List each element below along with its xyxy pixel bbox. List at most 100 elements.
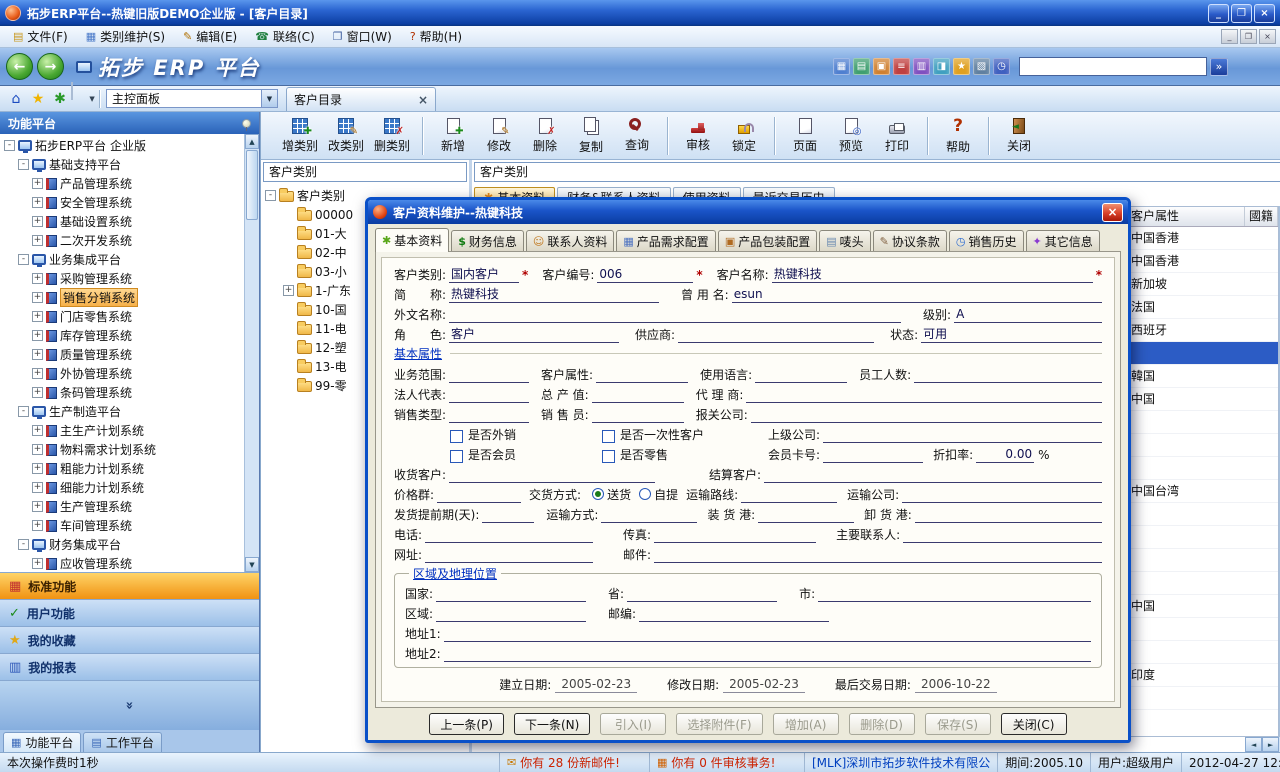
field-value[interactable]: 可用 bbox=[921, 327, 1102, 343]
sidebar-button-my-reports[interactable]: ▥我的报表 bbox=[0, 653, 259, 680]
dialog-tab-product-packing[interactable]: ▣产品包装配置 bbox=[718, 230, 817, 251]
tree-item[interactable]: +二次开发系统 bbox=[2, 231, 244, 250]
modules-icon[interactable]: ▦ bbox=[833, 58, 850, 75]
field-value[interactable] bbox=[436, 606, 586, 622]
field-value[interactable] bbox=[425, 527, 593, 543]
toolbar-lock-button[interactable]: 锁定 bbox=[721, 114, 767, 158]
dialog-tab-finance[interactable]: $财务信息 bbox=[451, 230, 524, 251]
field-value[interactable] bbox=[902, 487, 1102, 503]
field-value[interactable] bbox=[596, 367, 688, 383]
datasheet-icon[interactable]: ▤ bbox=[853, 58, 870, 75]
mdi-close-button[interactable]: × bbox=[1259, 29, 1276, 44]
home-button[interactable]: ⌂ bbox=[5, 88, 27, 110]
expander-icon[interactable]: + bbox=[32, 197, 43, 208]
tree-item[interactable]: +质量管理系统 bbox=[2, 345, 244, 364]
field-value[interactable] bbox=[425, 547, 593, 563]
field-value[interactable] bbox=[449, 307, 901, 323]
tree-item[interactable]: +细能力计划系统 bbox=[2, 478, 244, 497]
toolbar-delete-record-button[interactable]: ✗删除 bbox=[522, 114, 568, 158]
gallery-icon[interactable]: ▣ bbox=[873, 58, 890, 75]
field-value[interactable] bbox=[654, 527, 816, 543]
radio-option[interactable]: 送货 bbox=[584, 486, 631, 503]
checkbox-field[interactable]: 是否会员 bbox=[450, 448, 516, 463]
menu-item-file[interactable]: ▤文件(F) bbox=[4, 26, 77, 47]
sidebar-tab-function-platform[interactable]: ▦功能平台 bbox=[3, 732, 81, 752]
menu-item-edit[interactable]: ✎编辑(E) bbox=[174, 26, 246, 47]
expander-icon[interactable]: + bbox=[32, 520, 43, 531]
sidebar-button-my-favorites[interactable]: ★我的收藏 bbox=[0, 626, 259, 653]
field-value[interactable]: 热键科技 bbox=[772, 267, 1093, 283]
tree-item[interactable]: +物料需求计划系统 bbox=[2, 440, 244, 459]
expander-icon[interactable]: + bbox=[32, 368, 43, 379]
back-button[interactable]: ← bbox=[6, 53, 33, 80]
expander-icon[interactable]: - bbox=[265, 190, 276, 201]
field-value[interactable] bbox=[592, 387, 684, 403]
expander-icon[interactable]: + bbox=[32, 425, 43, 436]
expander-icon[interactable]: + bbox=[32, 330, 43, 341]
sidebar-button-standard-functions[interactable]: ▦标准功能 bbox=[0, 572, 259, 599]
dialog-tab-other-info[interactable]: ✦其它信息 bbox=[1026, 230, 1100, 251]
expander-icon[interactable]: - bbox=[18, 159, 29, 170]
menu-item-contact[interactable]: ☎联络(C) bbox=[246, 26, 323, 47]
field-value[interactable] bbox=[764, 467, 1102, 483]
toolbar-preview-button[interactable]: ◎预览 bbox=[828, 114, 874, 158]
dialog-tab-basic-info[interactable]: ✱基本资料 bbox=[375, 228, 449, 252]
field-value[interactable] bbox=[449, 367, 529, 383]
dialog-tab-contacts[interactable]: ☺联系人资料 bbox=[526, 230, 614, 251]
radio-option[interactable]: 自提 bbox=[631, 486, 678, 503]
tree-item[interactable]: +应收管理系统 bbox=[2, 554, 244, 572]
field-value[interactable] bbox=[601, 507, 697, 523]
toolbar-query-button[interactable]: 查询 bbox=[614, 114, 660, 158]
expander-icon[interactable]: + bbox=[32, 235, 43, 246]
field-value[interactable] bbox=[482, 507, 534, 523]
chart-icon[interactable]: ▥ bbox=[913, 58, 930, 75]
expander-icon[interactable]: + bbox=[32, 387, 43, 398]
sidebar-button-user-functions[interactable]: ✓用户功能 bbox=[0, 599, 259, 626]
toolbar-add-category-button[interactable]: ✚增类别 bbox=[277, 114, 323, 158]
tree-item[interactable]: -生产制造平台 bbox=[2, 402, 244, 421]
expander-icon[interactable]: - bbox=[18, 539, 29, 550]
report-icon[interactable]: ▧ bbox=[973, 58, 990, 75]
mdi-minimize-button[interactable]: _ bbox=[1221, 29, 1238, 44]
field-value[interactable] bbox=[444, 626, 1091, 642]
tree-item[interactable]: +采购管理系统 bbox=[2, 269, 244, 288]
checkbox-field[interactable]: 是否零售 bbox=[602, 448, 668, 463]
expander-icon[interactable]: + bbox=[32, 444, 43, 455]
expander-icon[interactable]: + bbox=[32, 349, 43, 360]
field-value[interactable] bbox=[915, 507, 1102, 523]
expander-icon[interactable]: - bbox=[4, 140, 15, 151]
toolbar-close-window-button[interactable]: 关闭 bbox=[996, 114, 1042, 158]
field-value[interactable] bbox=[823, 447, 923, 463]
menu-item-help[interactable]: ?帮助(H) bbox=[401, 26, 471, 47]
tree-item[interactable]: -基础支持平台 bbox=[2, 155, 244, 174]
field-value[interactable] bbox=[444, 646, 1091, 662]
tree-item[interactable]: +安全管理系统 bbox=[2, 193, 244, 212]
checkbox-field[interactable]: 是否外销 bbox=[450, 428, 516, 443]
tree-item[interactable]: +粗能力计划系统 bbox=[2, 459, 244, 478]
field-value[interactable]: A bbox=[954, 307, 1102, 323]
toolbar-help-button[interactable]: ?帮助 bbox=[935, 114, 981, 158]
field-value[interactable]: 热键科技 bbox=[449, 287, 659, 303]
field-value[interactable] bbox=[914, 367, 1102, 383]
expander-icon[interactable]: - bbox=[18, 406, 29, 417]
sidebar-scrollbar[interactable]: ▲▼ bbox=[244, 134, 259, 572]
expander-icon[interactable]: + bbox=[32, 178, 43, 189]
mdi-restore-button[interactable]: ❐ bbox=[1240, 29, 1257, 44]
field-value[interactable]: 国内客户 bbox=[449, 267, 519, 283]
forward-button[interactable]: → bbox=[37, 53, 64, 80]
scroll-thumb[interactable] bbox=[246, 150, 258, 220]
scroll-up-button[interactable]: ▲ bbox=[245, 134, 259, 149]
field-value[interactable] bbox=[449, 387, 529, 403]
toolbar-new-record-button[interactable]: ✚新增 bbox=[430, 114, 476, 158]
checkbox-field[interactable]: 是否一次性客户 bbox=[602, 428, 704, 443]
dialog-tab-product-demand[interactable]: ▦产品需求配置 bbox=[616, 230, 715, 251]
field-value[interactable] bbox=[678, 327, 874, 343]
clock-icon[interactable]: ◷ bbox=[993, 58, 1010, 75]
dialog-close-button[interactable]: × bbox=[1102, 203, 1123, 222]
field-value[interactable] bbox=[758, 507, 854, 523]
field-value[interactable] bbox=[627, 586, 777, 602]
field-value[interactable] bbox=[903, 527, 1102, 543]
dialog-prev-button[interactable]: 上一条(P) bbox=[429, 713, 504, 735]
dialog-tab-agreement[interactable]: ✎协议条款 bbox=[873, 230, 947, 251]
tree-item[interactable]: +产品管理系统 bbox=[2, 174, 244, 193]
